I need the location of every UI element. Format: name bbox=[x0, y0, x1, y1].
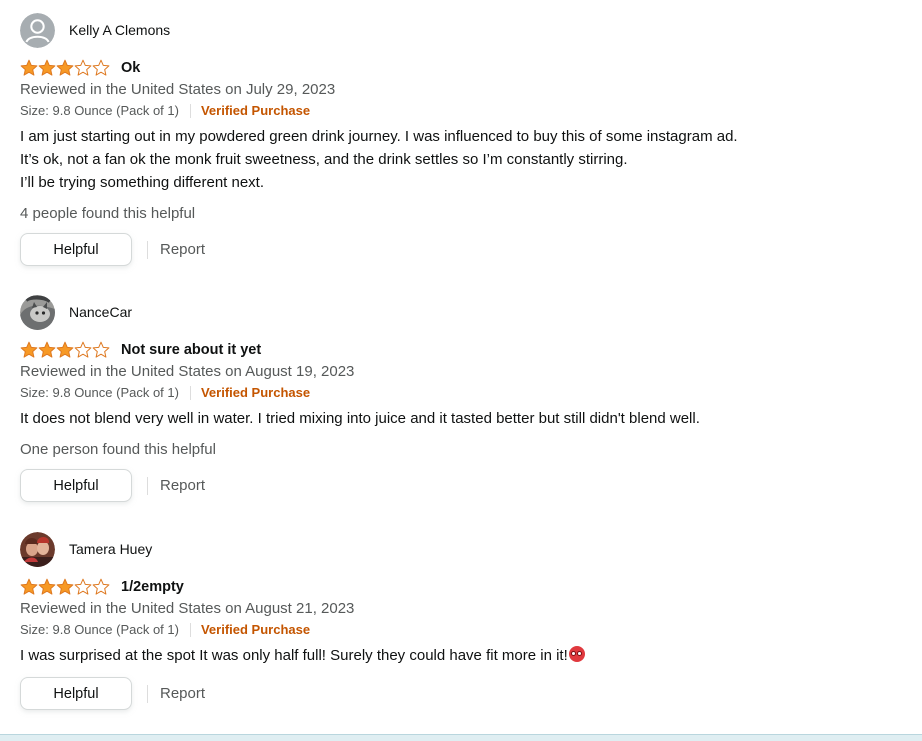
review-body-line: I am just starting out in my powdered gr… bbox=[20, 128, 738, 145]
verified-purchase-badge[interactable]: Verified Purchase bbox=[201, 102, 310, 120]
review-body: I was surprised at the spot It was only … bbox=[20, 644, 900, 667]
review-body: It does not blend very well in water. I … bbox=[20, 407, 900, 430]
divider bbox=[147, 684, 148, 703]
review-body: I am just starting out in my powdered gr… bbox=[20, 125, 900, 194]
review-body-line: I was surprised at the spot It was only … bbox=[20, 647, 568, 664]
product-size: Size: 9.8 Ounce (Pack of 1) bbox=[20, 385, 179, 400]
reviewer-profile[interactable]: Tamera Huey bbox=[20, 531, 900, 567]
reviews-page: Kelly A Clemons Ok Reviewed in the Unite… bbox=[0, 0, 922, 741]
star-empty-icon bbox=[74, 59, 92, 76]
review-card: Kelly A Clemons Ok Reviewed in the Unite… bbox=[20, 12, 900, 266]
helpful-count: 4 people found this helpful bbox=[20, 205, 196, 222]
star-empty-icon bbox=[92, 578, 110, 595]
star-filled-icon bbox=[56, 59, 74, 76]
helpful-button[interactable]: Helpful bbox=[20, 677, 132, 710]
helpful-count: One person found this helpful bbox=[20, 441, 216, 458]
report-link[interactable]: Report bbox=[160, 241, 205, 258]
divider bbox=[189, 623, 191, 637]
product-size: Size: 9.8 Ounce (Pack of 1) bbox=[20, 103, 179, 118]
divider bbox=[147, 240, 148, 259]
review-date: Reviewed in the United States on August … bbox=[20, 363, 355, 380]
page-bottom-bar bbox=[0, 734, 922, 741]
reviewer-name[interactable]: Tamera Huey bbox=[69, 541, 152, 557]
helpful-button[interactable]: Helpful bbox=[20, 469, 132, 502]
helpful-button[interactable]: Helpful bbox=[20, 233, 132, 266]
report-link[interactable]: Report bbox=[160, 685, 205, 702]
star-rating[interactable] bbox=[20, 341, 110, 359]
reviewer-name[interactable]: NanceCar bbox=[69, 304, 132, 320]
star-rating[interactable] bbox=[20, 59, 110, 77]
star-filled-icon bbox=[20, 341, 38, 358]
star-filled-icon bbox=[38, 341, 56, 358]
cat-photo-avatar-icon bbox=[20, 294, 55, 330]
person-photo-avatar-icon bbox=[20, 531, 55, 567]
review-title[interactable]: 1/2empty bbox=[121, 579, 184, 595]
star-rating[interactable] bbox=[20, 578, 110, 596]
reviewer-profile[interactable]: NanceCar bbox=[20, 294, 900, 330]
review-body-line: It does not blend very well in water. I … bbox=[20, 410, 700, 427]
surprised-face-emoji-icon bbox=[568, 646, 585, 662]
review-card: Tamera Huey 1/2empty Reviewed in the Uni… bbox=[20, 531, 900, 710]
star-filled-icon bbox=[56, 341, 74, 358]
divider bbox=[147, 476, 148, 495]
review-body-line: It’s ok, not a fan ok the monk fruit swe… bbox=[20, 151, 628, 168]
product-size: Size: 9.8 Ounce (Pack of 1) bbox=[20, 622, 179, 637]
divider bbox=[189, 104, 191, 118]
star-filled-icon bbox=[20, 59, 38, 76]
review-date: Reviewed in the United States on August … bbox=[20, 600, 355, 617]
review-body-line: I’ll be trying something different next. bbox=[20, 174, 265, 191]
star-empty-icon bbox=[74, 341, 92, 358]
star-empty-icon bbox=[92, 59, 110, 76]
default-avatar-icon bbox=[20, 12, 55, 48]
star-empty-icon bbox=[92, 341, 110, 358]
star-filled-icon bbox=[20, 578, 38, 595]
verified-purchase-badge[interactable]: Verified Purchase bbox=[201, 384, 310, 402]
star-filled-icon bbox=[38, 578, 56, 595]
review-date: Reviewed in the United States on July 29… bbox=[20, 81, 336, 98]
review-title[interactable]: Not sure about it yet bbox=[121, 342, 261, 358]
review-card: NanceCar Not sure about it yet Reviewed … bbox=[20, 294, 900, 502]
report-link[interactable]: Report bbox=[160, 477, 205, 494]
divider bbox=[189, 386, 191, 400]
star-filled-icon bbox=[56, 578, 74, 595]
reviewer-profile[interactable]: Kelly A Clemons bbox=[20, 12, 900, 48]
reviewer-name[interactable]: Kelly A Clemons bbox=[69, 22, 170, 38]
verified-purchase-badge[interactable]: Verified Purchase bbox=[201, 621, 310, 639]
star-filled-icon bbox=[38, 59, 56, 76]
star-empty-icon bbox=[74, 578, 92, 595]
review-title[interactable]: Ok bbox=[121, 60, 140, 76]
